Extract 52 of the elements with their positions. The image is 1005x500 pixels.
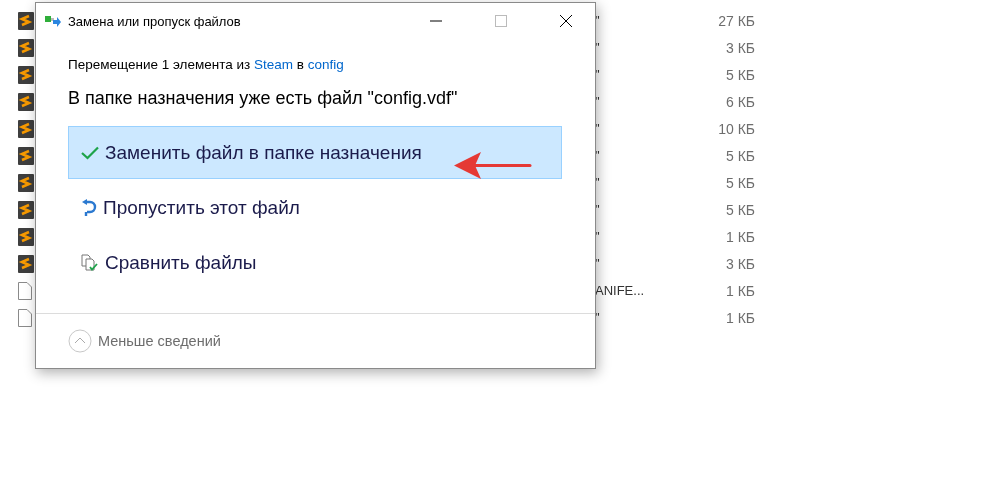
file-name: " — [595, 148, 601, 163]
close-icon — [560, 15, 572, 27]
file-icon — [18, 281, 32, 300]
file-icon — [18, 11, 34, 30]
file-icon — [18, 200, 34, 219]
source-link[interactable]: Steam — [254, 57, 294, 72]
option-button[interactable]: Заменить файл в папке назначения — [68, 126, 562, 179]
file-size: 5 КБ — [724, 66, 755, 83]
file-name: " — [595, 175, 601, 190]
file-size: 1 КБ — [724, 228, 755, 245]
file-name: " — [595, 202, 601, 217]
file-size: 6 КБ — [724, 93, 755, 110]
file-size: 1 КБ — [724, 282, 755, 299]
conflict-heading: В папке назначения уже есть файл "config.vdf" — [68, 88, 459, 109]
file-icon — [18, 308, 32, 327]
window-title: Замена или пропуск файлов — [68, 13, 242, 29]
undo-icon — [81, 198, 97, 217]
file-icon — [18, 38, 34, 57]
file-size: 1 КБ — [724, 309, 755, 326]
destination-link[interactable]: config — [307, 57, 344, 72]
file-size: 3 КБ — [724, 39, 755, 56]
file-icon — [18, 227, 34, 246]
file-name: ANIFE... — [595, 283, 646, 298]
details-toggle[interactable]: Меньше сведений — [68, 329, 221, 353]
file-icon — [18, 254, 34, 273]
file-name: " — [595, 229, 601, 244]
compare-files-icon — [81, 253, 99, 272]
option-button[interactable]: Пропустить этот файл — [68, 181, 562, 234]
file-size: 5 КБ — [724, 201, 755, 218]
file-size: 3 КБ — [724, 255, 755, 272]
file-icon — [18, 173, 34, 192]
file-name: " — [595, 13, 601, 28]
file-size: 10 КБ — [717, 120, 755, 137]
file-size: 27 КБ — [717, 12, 755, 29]
file-name: " — [595, 121, 601, 136]
file-icon — [18, 92, 34, 111]
file-name: " — [595, 67, 601, 82]
chevron-up-icon — [68, 329, 92, 353]
file-size: 5 КБ — [724, 147, 755, 164]
file-icon — [18, 119, 34, 138]
file-name: " — [595, 310, 601, 325]
move-summary: Перемещение 1 элемента из Steam в config — [68, 57, 345, 72]
option-button[interactable]: Сравнить файлы — [68, 236, 562, 289]
file-size: 5 КБ — [724, 174, 755, 191]
file-name: " — [595, 256, 601, 271]
move-files-icon — [45, 15, 61, 27]
file-name: " — [595, 40, 601, 55]
file-icon — [18, 65, 34, 84]
checkmark-icon — [81, 145, 99, 160]
maximize-icon — [495, 15, 507, 27]
file-name: " — [595, 94, 601, 109]
file-icon — [18, 146, 34, 165]
